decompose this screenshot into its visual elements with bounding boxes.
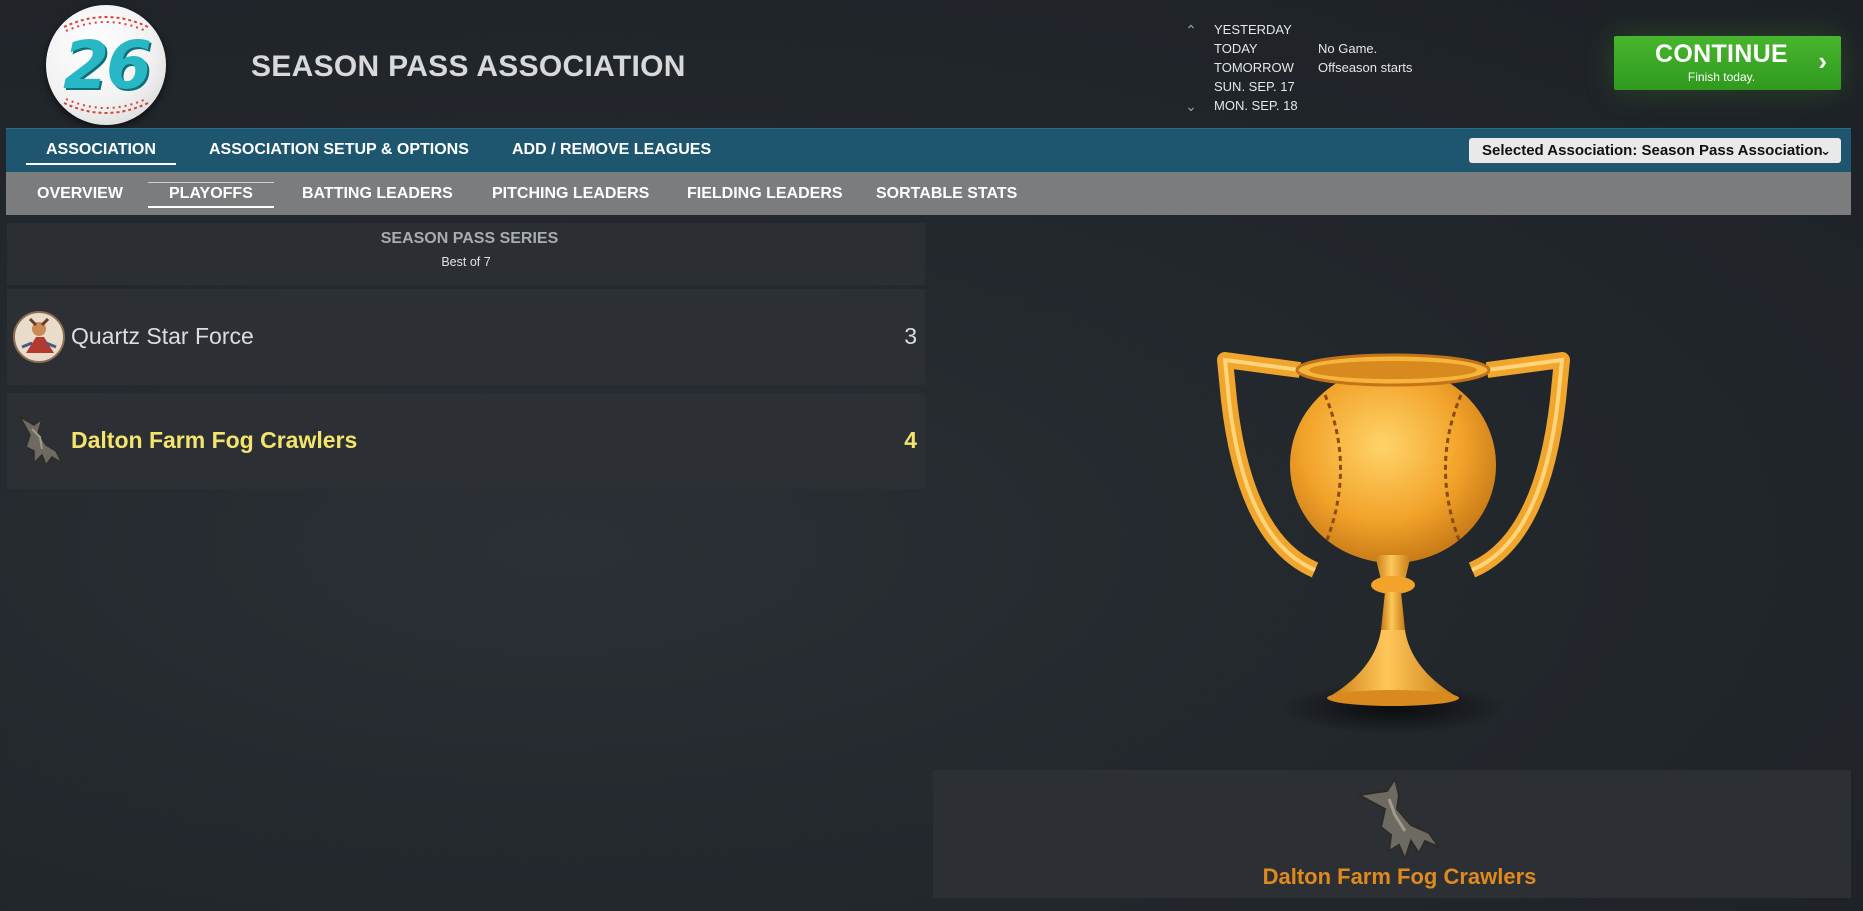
team-name: Dalton Farm Fog Crawlers — [71, 427, 358, 453]
trophy-icon — [1217, 352, 1570, 734]
date-label: SUN. SEP. 17 — [1214, 79, 1295, 94]
association-select-value: Selected Association: Season Pass Associ… — [1482, 142, 1823, 159]
tab-playoffs[interactable]: PLAYOFFS — [148, 182, 274, 208]
main-nav: ASSOCIATION ASSOCIATION SETUP & OPTIONS … — [6, 128, 1851, 173]
team-wins: 4 — [904, 427, 917, 453]
chevron-down-icon: ⌄ — [1820, 143, 1831, 158]
tab-sortable-stats[interactable]: SORTABLE STATS — [876, 185, 1017, 203]
app-logo[interactable]: 26 — [46, 5, 166, 125]
continue-sublabel: Finish today. — [1687, 70, 1756, 84]
team-wins: 3 — [904, 323, 917, 349]
tab-association[interactable]: ASSOCIATION — [26, 141, 176, 165]
series-format: Best of 7 — [441, 255, 491, 269]
team-name: Quartz Star Force — [71, 323, 254, 349]
continue-button[interactable]: CONTINUE Finish today. › — [1614, 36, 1841, 90]
page-title: SEASON PASS ASSOCIATION — [251, 50, 686, 83]
series-team-row-winner[interactable]: Dalton Farm Fog Crawlers 4 — [7, 393, 925, 489]
fog-crawlers-logo-icon — [1355, 776, 1442, 862]
date-row-sep-18[interactable]: MON. SEP. 18 — [1214, 96, 1318, 115]
sub-nav: OVERVIEW PLAYOFFS BATTING LEADERS PITCHI… — [6, 172, 1851, 215]
chevron-right-icon: › — [1818, 46, 1827, 76]
date-label: MON. SEP. 18 — [1214, 98, 1298, 113]
date-row-yesterday[interactable]: YESTERDAY — [1214, 20, 1318, 39]
date-row-sep-17[interactable]: SUN. SEP. 17 — [1214, 77, 1318, 96]
tab-overview[interactable]: OVERVIEW — [37, 185, 123, 203]
champion-name: Dalton Farm Fog Crawlers — [1262, 864, 1537, 889]
association-select[interactable]: Selected Association: Season Pass Associ… — [1469, 138, 1841, 163]
chevron-down-icon[interactable]: ⌄ — [1182, 98, 1200, 114]
tab-association-setup[interactable]: ASSOCIATION SETUP & OPTIONS — [209, 141, 469, 159]
app-header: 26 SEASON PASS ASSOCIATION ⌃ ⌄ YESTERDAY… — [0, 0, 1863, 128]
tab-add-remove-leagues[interactable]: ADD / REMOVE LEAGUES — [512, 141, 711, 159]
date-label: YESTERDAY — [1214, 22, 1292, 37]
series-title: SEASON PASS SERIES — [380, 230, 559, 247]
tab-fielding-leaders[interactable]: FIELDING LEADERS — [687, 185, 843, 203]
champion-panel: Dalton Farm Fog Crawlers — [933, 770, 1851, 898]
quartz-star-force-logo-icon — [13, 311, 65, 363]
tab-batting-leaders[interactable]: BATTING LEADERS — [302, 185, 453, 203]
continue-label: CONTINUE — [1655, 40, 1788, 68]
date-label: TODAY — [1214, 41, 1258, 56]
chevron-up-icon[interactable]: ⌃ — [1182, 22, 1200, 38]
date-row-today[interactable]: TODAY No Game. — [1214, 39, 1377, 58]
date-label: TOMORROW — [1214, 60, 1294, 75]
date-navigator: ⌃ ⌄ YESTERDAY TODAY No Game. TOMORROW Offs… — [1182, 20, 1612, 120]
fog-crawlers-logo-icon — [18, 415, 64, 467]
series-team-row[interactable]: Quartz Star Force 3 — [7, 289, 925, 385]
date-event: No Game. — [1318, 41, 1378, 56]
logo-number: 26 — [63, 27, 152, 104]
series-header: SEASON PASS SERIES Best of 7 — [7, 223, 925, 285]
date-event: Offseason starts — [1318, 60, 1413, 75]
tab-pitching-leaders[interactable]: PITCHING LEADERS — [492, 185, 649, 203]
date-row-tomorrow[interactable]: TOMORROW Offseason starts — [1214, 58, 1412, 77]
